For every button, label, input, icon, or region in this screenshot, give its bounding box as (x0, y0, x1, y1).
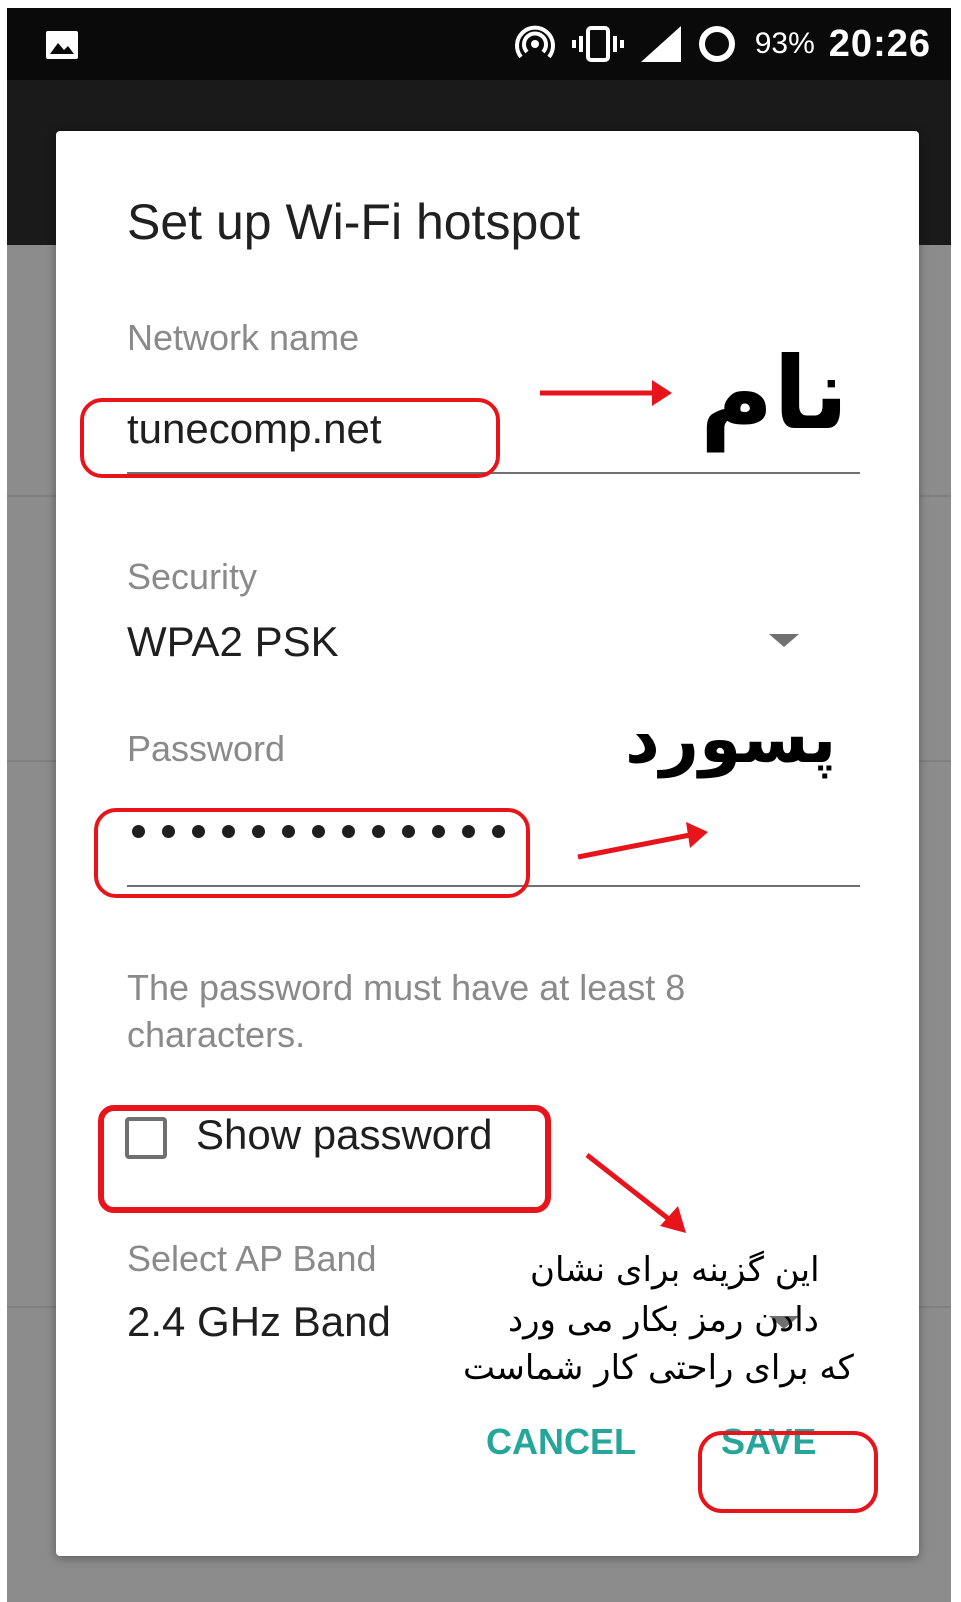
security-label: Security (127, 556, 258, 597)
image-icon (46, 31, 78, 59)
show-password-annotation-line2: دادن رمز بکار می ورد (508, 1300, 819, 1340)
ap-band-label: Select AP Band (127, 1238, 377, 1279)
ap-band-select[interactable]: 2.4 GHz Band (127, 1298, 391, 1346)
status-bar: 93% 20:26 (7, 8, 951, 80)
password-highlight (94, 808, 530, 898)
security-select[interactable]: WPA2 PSK (127, 618, 339, 666)
dialog-title: Set up Wi-Fi hotspot (127, 194, 580, 250)
signal-icon (640, 26, 681, 62)
security-dropdown-icon[interactable] (769, 634, 799, 647)
password-annotation: پسورد (625, 700, 837, 779)
battery-level: 93% (754, 27, 815, 60)
show-password-annotation-line3: که برای راحتی کار شماست (463, 1348, 854, 1388)
network-name-label: Network name (127, 317, 360, 358)
show-password-annotation-line1: این گزینه برای نشان (530, 1250, 820, 1290)
name-annotation: نام (700, 335, 849, 452)
password-label: Password (127, 728, 286, 769)
save-highlight (698, 1431, 878, 1513)
show-password-highlight (98, 1105, 551, 1213)
screen: 93% 20:26 Set up Wi-Fi hotspot Network n… (0, 0, 961, 1602)
vibrate-icon (571, 26, 624, 62)
hotspot-icon (514, 25, 555, 59)
network-name-highlight (80, 398, 500, 478)
status-icons: 93% 20:26 (513, 8, 931, 80)
password-helper-text: The password must have at least 8 charac… (127, 967, 686, 1055)
cancel-button[interactable]: CANCEL (486, 1421, 636, 1463)
sync-icon (698, 26, 735, 62)
clock: 20:26 (828, 22, 931, 65)
